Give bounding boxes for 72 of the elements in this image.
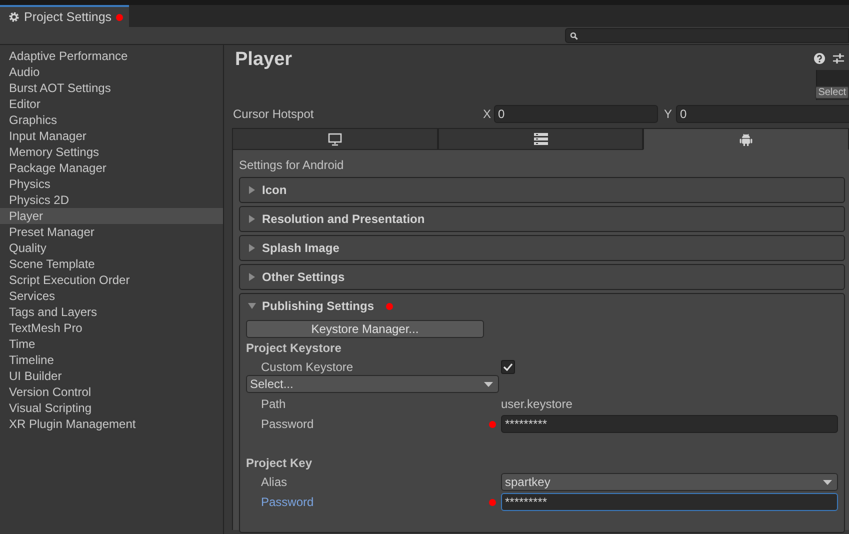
dropdown-caret-icon xyxy=(823,480,832,484)
foldout-header[interactable]: Publishing Settings xyxy=(240,294,844,318)
monitor-icon xyxy=(328,132,342,146)
window-title: Project Settings xyxy=(24,8,112,26)
android-icon xyxy=(739,132,754,146)
field-label: Password xyxy=(261,494,314,511)
server-rack-icon xyxy=(534,132,548,146)
check-icon xyxy=(503,363,513,371)
sidebar-item[interactable]: Services xyxy=(0,288,223,304)
field-label: Custom Keystore xyxy=(261,359,354,376)
checkbox[interactable] xyxy=(501,360,515,374)
foldout-header[interactable]: Splash Image xyxy=(240,236,844,260)
password-field[interactable]: ********* xyxy=(501,415,838,433)
sidebar-item[interactable]: Visual Scripting xyxy=(0,400,223,416)
sliders-icon xyxy=(833,53,844,64)
section-title: Publishing Settings xyxy=(262,298,374,315)
group-heading: Project Keystore xyxy=(246,340,342,357)
keystore-manager-button[interactable]: Keystore Manager... xyxy=(246,320,484,338)
section-title: Resolution and Presentation xyxy=(262,211,425,228)
sidebar-item[interactable]: Audio xyxy=(0,64,223,80)
sidebar-item[interactable]: Memory Settings xyxy=(0,144,223,160)
sidebar-item[interactable]: Quality xyxy=(0,240,223,256)
sidebar-item[interactable]: Editor xyxy=(0,96,223,112)
sidebar-item[interactable]: Timeline xyxy=(0,352,223,368)
field-label: Path xyxy=(261,396,286,413)
help-icon xyxy=(814,53,825,64)
x-field[interactable]: 0 xyxy=(494,105,658,123)
sidebar-item[interactable]: Input Manager xyxy=(0,128,223,144)
keystore-dropdown[interactable]: Select... xyxy=(246,375,499,393)
field-label: Cursor Hotspot xyxy=(233,106,315,123)
y-label: Y xyxy=(664,106,672,123)
section-title: Icon xyxy=(262,182,287,199)
section-title: Other Settings xyxy=(262,269,345,286)
y-field[interactable]: 0 xyxy=(676,105,849,123)
sidebar-item[interactable]: Player xyxy=(0,208,223,224)
sidebar-item[interactable]: Adaptive Performance xyxy=(0,48,223,64)
dropdown-caret-icon xyxy=(484,382,493,386)
sidebar-item[interactable]: Burst AOT Settings xyxy=(0,80,223,96)
foldout-header[interactable]: Resolution and Presentation xyxy=(240,207,844,231)
sidebar-item[interactable]: Preset Manager xyxy=(0,224,223,240)
platform-tab[interactable] xyxy=(438,128,644,150)
page-title: Player xyxy=(234,48,292,72)
section-title: Splash Image xyxy=(262,240,340,257)
field-label: Alias xyxy=(261,474,288,491)
x-label: X xyxy=(483,106,492,123)
sidebar-item[interactable]: TextMesh Pro xyxy=(0,320,223,336)
sidebar-item[interactable]: XR Plugin Management xyxy=(0,416,223,432)
path-value: user.keystore xyxy=(501,396,572,413)
field-label: Password xyxy=(261,416,314,433)
sidebar-item[interactable]: Package Manager xyxy=(0,160,223,176)
search-icon xyxy=(570,32,578,40)
search-field[interactable] xyxy=(565,28,849,43)
foldout-header[interactable]: Other Settings xyxy=(240,265,844,289)
sidebar-item[interactable]: Scene Template xyxy=(0,256,223,272)
foldout-header[interactable]: Icon xyxy=(240,178,844,202)
sidebar-item[interactable]: Physics xyxy=(0,176,223,192)
sidebar-item[interactable]: Time xyxy=(0,336,223,352)
select-button[interactable]: Select xyxy=(815,86,849,99)
group-heading: Project Key xyxy=(246,455,314,472)
dropdown-value: spartkey xyxy=(505,474,550,491)
alias-dropdown[interactable]: spartkey xyxy=(501,473,838,491)
dropdown-value: Select... xyxy=(250,376,294,393)
gear-icon xyxy=(8,11,20,23)
sidebar-item[interactable]: UI Builder xyxy=(0,368,223,384)
settings-heading: Settings for Android xyxy=(239,157,345,174)
sidebar-item[interactable]: Script Execution Order xyxy=(0,272,223,288)
sidebar-item[interactable]: Physics 2D xyxy=(0,192,223,208)
sidebar-item[interactable]: Version Control xyxy=(0,384,223,400)
window-tab[interactable]: Project Settings xyxy=(0,5,129,27)
sidebar-item[interactable]: Tags and Layers xyxy=(0,304,223,320)
password-field[interactable]: ********* xyxy=(501,493,838,511)
sidebar-item[interactable]: Graphics xyxy=(0,112,223,128)
